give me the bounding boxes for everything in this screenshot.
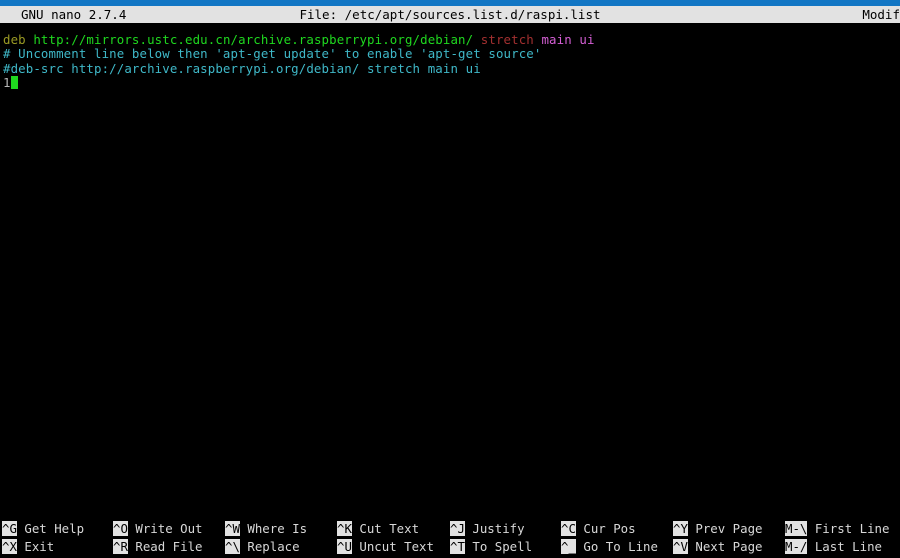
shortcut-to-spell[interactable]: ^T To Spell [450,538,532,556]
shortcut-where-is[interactable]: ^W Where Is [225,520,307,538]
shortcut-label: Read File [127,539,203,554]
shortcut-prev-page[interactable]: ^Y Prev Page [673,520,763,538]
shortcut-last-line[interactable]: M-/ Last Line [785,538,882,556]
shortcut-label: Replace [239,539,300,554]
shortcut-key-badge: ^Y [673,521,688,536]
shortcut-label: First Line [807,521,890,536]
shortcut-first-line[interactable]: M-\ First Line [785,520,889,538]
terminal-window: GNU nano 2.7.4 File: /etc/apt/sources.li… [0,0,900,558]
shortcut-row-top: ^G Get Help ^O Write Out ^W Where Is ^K Cut… [0,520,900,538]
shortcut-key-badge: ^_ [561,539,576,554]
shortcut-get-help[interactable]: ^G Get Help [2,520,84,538]
editor-text-span: http://mirrors.ustc.edu.cn/archive.raspb… [33,33,481,47]
editor-line[interactable]: deb http://mirrors.ustc.edu.cn/archive.r… [0,33,900,47]
shortcut-key-badge: ^O [113,521,128,536]
nano-title-bar: GNU nano 2.7.4 File: /etc/apt/sources.li… [0,6,900,23]
editor-line[interactable]: # Uncomment line below then 'apt-get upd… [0,47,900,61]
shortcut-key-badge: ^W [225,521,240,536]
shortcut-key-badge: ^C [561,521,576,536]
editor-text-span: #deb-src http://archive.raspberrypi.org/… [3,60,481,76]
shortcut-exit[interactable]: ^X Exit [2,538,54,556]
shortcut-go-to-line[interactable]: ^_ Go To Line [561,538,658,556]
editor-text-span: main ui [541,33,595,47]
editor-line[interactable]: 1 [0,75,900,91]
shortcut-key-badge: ^U [337,539,352,554]
shortcut-label: Write Out [127,521,203,536]
nano-shortcut-bar: ^G Get Help ^O Write Out ^W Where Is ^K Cut… [0,518,900,558]
editor-text-span: # Uncomment line below then 'apt-get upd… [3,46,542,62]
shortcut-replace[interactable]: ^\ Replace [225,538,300,556]
shortcut-key-badge: ^J [450,521,465,536]
shortcut-row-bottom: ^X Exit ^R Read File ^\ Replace ^U Uncut Te… [0,538,900,556]
shortcut-label: Where Is [239,521,308,536]
editor-text-span: 1 [3,75,11,91]
shortcut-key-badge: ^R [113,539,128,554]
shortcut-label: To Spell [464,539,533,554]
shortcut-label: Uncut Text [351,539,434,554]
editor-text-span: stretch [480,33,542,47]
shortcut-label: Last Line [807,539,882,554]
shortcut-justify[interactable]: ^J Justify [450,520,525,538]
editor-text-area[interactable]: deb http://mirrors.ustc.edu.cn/archive.r… [0,33,900,513]
shortcut-key-badge: ^T [450,539,465,554]
shortcut-label: Get Help [16,521,85,536]
nano-modified-indicator: Modif [862,7,900,22]
text-cursor [10,76,19,90]
shortcut-next-page[interactable]: ^V Next Page [673,538,763,556]
shortcut-key-badge: ^X [2,539,17,554]
shortcut-write-out[interactable]: ^O Write Out [113,520,203,538]
shortcut-key-badge: ^V [673,539,688,554]
shortcut-cut-text[interactable]: ^K Cut Text [337,520,419,538]
shortcut-label: Exit [16,539,55,554]
shortcut-label: Cut Text [351,521,420,536]
editor-text-span: deb [3,33,34,47]
shortcut-label: Cur Pos [575,521,636,536]
shortcut-uncut-text[interactable]: ^U Uncut Text [337,538,434,556]
shortcut-read-file[interactable]: ^R Read File [113,538,203,556]
shortcut-label: Justify [464,521,525,536]
shortcut-label: Go To Line [575,539,658,554]
shortcut-cur-pos[interactable]: ^C Cur Pos [561,520,636,538]
shortcut-key-badge: ^\ [225,539,240,554]
shortcut-key-badge: M-/ [785,539,808,554]
shortcut-label: Next Page [687,539,763,554]
shortcut-key-badge: M-\ [785,521,808,536]
nano-filename-label: File: /etc/apt/sources.list.d/raspi.list [299,7,601,22]
editor-line[interactable]: #deb-src http://archive.raspberrypi.org/… [0,60,900,76]
shortcut-key-badge: ^G [2,521,17,536]
shortcut-label: Prev Page [687,521,763,536]
shortcut-key-badge: ^K [337,521,352,536]
